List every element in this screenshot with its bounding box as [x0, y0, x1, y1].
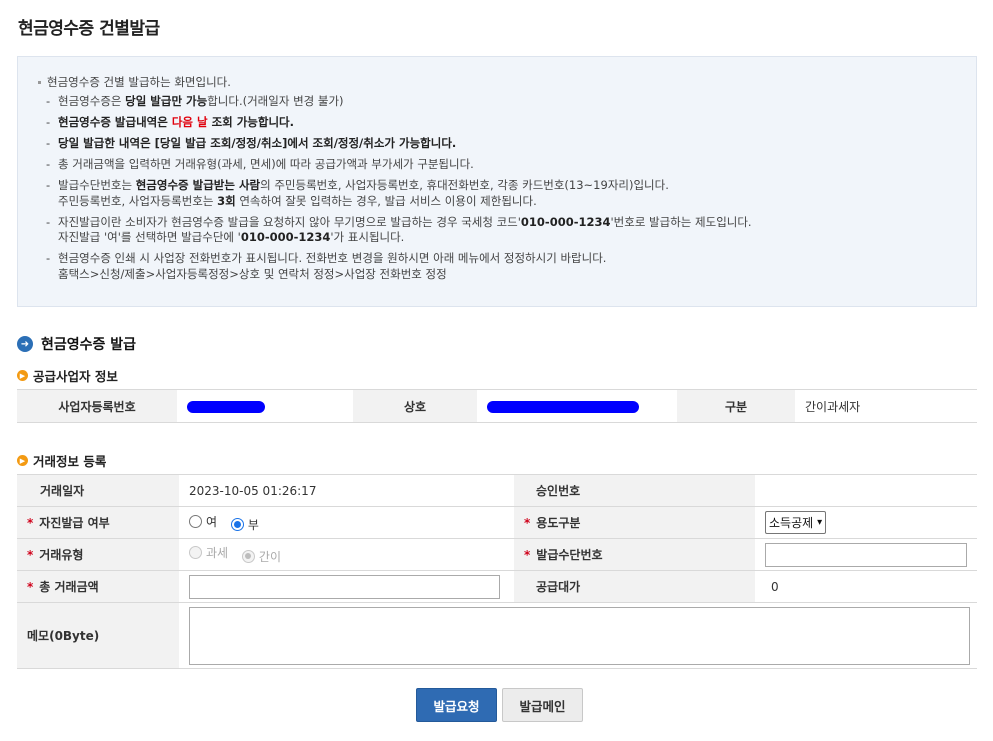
purpose-field: 소득공제 ▾ — [755, 506, 977, 539]
name-label: 상호 — [353, 389, 477, 423]
table-row: * 거래유형 과세 간이 * 발급수단번호 — [17, 538, 977, 571]
redacted-brn — [187, 400, 265, 413]
brn-label: 사업자등록번호 — [17, 389, 177, 423]
required-mark: * — [27, 516, 34, 530]
bullet-arrow-icon: ▶ — [17, 370, 28, 381]
trade-type-simple-radio[interactable]: 간이 — [241, 548, 281, 565]
notice-item: - 현금영수증 인쇄 시 사업장 전화번호가 표시됩니다. 전화번호 변경을 원하… — [46, 251, 607, 281]
trade-type-label: * 거래유형 — [17, 538, 179, 571]
self-issue-field: 여 부 — [179, 506, 514, 539]
memo-label: 메모(0Byte) — [17, 602, 179, 669]
memo-field — [179, 602, 977, 669]
table-row: * 총 거래금액 공급대가 0 — [17, 570, 977, 603]
page-title: 현금영수증 건별발급 — [18, 19, 160, 39]
required-mark: * — [524, 548, 531, 562]
issue-main-button[interactable]: 발급메인 — [502, 688, 583, 722]
radio-circle-icon[interactable] — [241, 549, 255, 563]
radio-circle-icon[interactable] — [189, 514, 202, 528]
notice-item: - 당일 발급한 내역은 [당일 발급 조회/정정/취소]에서 조회/정정/취소가… — [46, 136, 457, 150]
notice-intro: 현금영수증 건별 발급하는 화면입니다. — [38, 75, 976, 89]
self-issue-label: * 자진발급 여부 — [17, 506, 179, 539]
radio-circle-icon[interactable] — [230, 517, 244, 531]
table-row: 메모(0Byte) — [17, 602, 977, 669]
means-input[interactable] — [765, 542, 967, 567]
notice-item: - 발급수단번호는 현금영수증 발급받는 사람의 주민등록번호, 사업자등록번호,… — [46, 178, 669, 208]
notice-list: - 현금영수증은 당일 발급만 가능합니다.(거래일자 변경 불가) - 현금영수증… — [38, 94, 976, 282]
trade-type-field: 과세 간이 — [179, 538, 514, 571]
date-value: 2023-10-05 01:26:17 — [179, 474, 514, 507]
type-value: 간이과세자 — [795, 389, 977, 423]
supply-label: 공급대가 — [514, 570, 755, 603]
table-row: * 자진발급 여부 여 부 * 용도구분 소득공제 ▾ — [17, 506, 977, 539]
self-issue-no-radio[interactable]: 부 — [230, 516, 259, 533]
notice-item: - 자진발급이란 소비자가 현금영수증 발급을 요청하지 않아 무기명으로 발급하… — [46, 214, 752, 245]
total-amount-input[interactable] — [189, 574, 500, 599]
purpose-select[interactable]: 소득공제 ▾ — [765, 511, 827, 534]
total-label: * 총 거래금액 — [17, 570, 179, 603]
notice-box: 현금영수증 건별 발급하는 화면입니다. - 현금영수증은 당일 발급만 가능합니… — [17, 56, 977, 307]
name-value — [477, 389, 677, 423]
notice-item: -총 거래금액을 입력하면 거래유형(과세, 면세)에 따라 공급가액과 부가세… — [46, 157, 474, 171]
arrow-circle-icon: ➜ — [17, 336, 33, 352]
radio-circle-icon[interactable] — [189, 546, 202, 560]
approval-value — [755, 474, 977, 507]
section-title: ➜ 현금영수증 발급 — [17, 334, 136, 354]
memo-textarea[interactable] — [189, 606, 970, 665]
required-mark: * — [27, 548, 34, 562]
supplier-subtitle: ▶ 공급사업자 정보 — [17, 366, 118, 385]
notice-item: - 현금영수증은 당일 발급만 가능합니다.(거래일자 변경 불가) — [46, 94, 344, 108]
bullet-arrow-icon: ▶ — [17, 455, 28, 466]
issue-request-button[interactable]: 발급요청 — [416, 688, 497, 722]
means-field — [755, 538, 977, 571]
table-row: 사업자등록번호 상호 구분 간이과세자 — [17, 389, 977, 423]
purpose-label: * 용도구분 — [514, 506, 755, 539]
date-label: 거래일자 — [17, 474, 179, 507]
self-issue-yes-radio[interactable]: 여 — [189, 513, 217, 530]
table-row: 거래일자 2023-10-05 01:26:17 승인번호 — [17, 474, 977, 507]
required-mark: * — [524, 516, 531, 530]
redacted-name — [487, 400, 639, 413]
notice-item: - 현금영수증 발급내역은 다음 날 조회 가능합니다. — [46, 115, 294, 129]
type-label: 구분 — [677, 389, 795, 423]
brn-value — [177, 389, 353, 423]
means-label: * 발급수단번호 — [514, 538, 755, 571]
required-mark: * — [27, 580, 34, 594]
supply-value: 0 — [755, 570, 977, 603]
chevron-down-icon: ▾ — [817, 517, 823, 528]
trade-type-taxable-radio[interactable]: 과세 — [189, 544, 228, 561]
approval-label: 승인번호 — [514, 474, 755, 507]
supplier-table: 사업자등록번호 상호 구분 간이과세자 — [17, 389, 977, 423]
trade-table: 거래일자 2023-10-05 01:26:17 승인번호 * 자진발급 여부 여… — [17, 474, 977, 669]
total-field — [179, 570, 514, 603]
trade-subtitle: ▶ 거래정보 등록 — [17, 451, 106, 470]
